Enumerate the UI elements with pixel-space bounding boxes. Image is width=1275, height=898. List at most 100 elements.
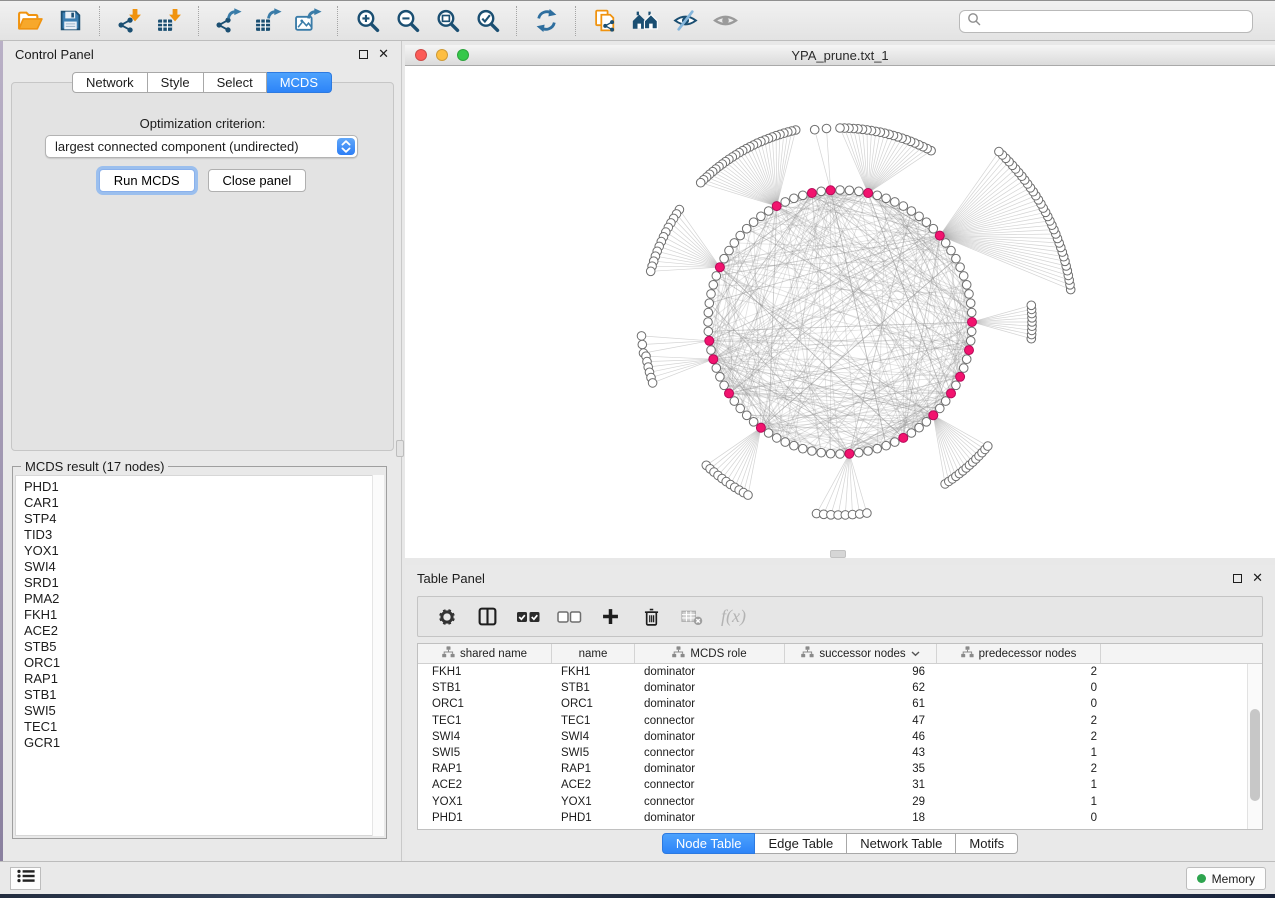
table-cell: 2 <box>937 763 1101 775</box>
column-header-predecessor-nodes[interactable]: predecessor nodes <box>937 644 1101 663</box>
table-scrollbar-thumb[interactable] <box>1250 709 1260 801</box>
table-row[interactable]: ORC1ORC1dominator610 <box>418 696 1262 712</box>
table-cell: dominator <box>635 763 785 775</box>
import-table-icon[interactable] <box>149 5 189 37</box>
table-row[interactable]: STB1STB1dominator620 <box>418 680 1262 696</box>
mcds-result-item[interactable]: YOX1 <box>24 543 383 559</box>
open-file-icon[interactable] <box>10 5 50 37</box>
network-canvas[interactable] <box>405 66 1275 558</box>
close-panel-button[interactable]: Close panel <box>208 169 307 192</box>
tree-column-icon <box>672 646 685 661</box>
mcds-result-item[interactable]: STB5 <box>24 639 383 655</box>
mcds-result-item[interactable]: SRD1 <box>24 575 383 591</box>
settings-gear-icon[interactable] <box>428 600 465 634</box>
close-panel-icon[interactable]: ✕ <box>378 49 389 59</box>
tab-network-table[interactable]: Network Table <box>847 833 956 854</box>
table-row[interactable]: YOX1YOX1connector291 <box>418 794 1262 810</box>
zoom-out-icon[interactable] <box>387 5 427 37</box>
export-table-icon[interactable] <box>248 5 288 37</box>
table-scrollbar[interactable] <box>1247 664 1262 829</box>
mcds-result-item[interactable]: GCR1 <box>24 735 383 751</box>
table-cell: 2 <box>937 666 1101 678</box>
deselect-all-columns-icon[interactable] <box>551 600 588 634</box>
add-column-icon[interactable] <box>592 600 629 634</box>
table-cell: TEC1 <box>418 715 552 727</box>
float-table-panel-icon[interactable] <box>1233 574 1242 583</box>
mcds-result-list[interactable]: PHD1CAR1STP4TID3YOX1SWI4SRD1PMA2FKH1ACE2… <box>15 475 384 836</box>
network-window-titlebar[interactable]: YPA_prune.txt_1 <box>405 45 1275 66</box>
zoom-selected-icon[interactable] <box>467 5 507 37</box>
column-label: name <box>579 648 608 660</box>
mcds-result-item[interactable]: SWI4 <box>24 559 383 575</box>
task-history-button[interactable] <box>10 867 41 890</box>
mcds-result-item[interactable]: PMA2 <box>24 591 383 607</box>
table-panel: Table Panel ✕ f(x) shared namenameMCDS r… <box>405 565 1275 861</box>
tab-network[interactable]: Network <box>72 72 148 93</box>
tab-edge-table[interactable]: Edge Table <box>755 833 847 854</box>
column-header-MCDS-role[interactable]: MCDS role <box>635 644 785 663</box>
zoom-in-icon[interactable] <box>347 5 387 37</box>
tab-style[interactable]: Style <box>148 72 204 93</box>
float-panel-icon[interactable] <box>359 50 368 59</box>
hide-selected-icon[interactable] <box>665 5 705 37</box>
update-network-icon[interactable] <box>526 5 566 37</box>
optimization-criterion-select[interactable]: largest connected component (undirected) <box>45 135 358 158</box>
tree-column-icon <box>961 646 974 661</box>
table-cell: YOX1 <box>418 796 552 808</box>
mcds-result-item[interactable]: TID3 <box>24 527 383 543</box>
tab-mcds[interactable]: MCDS <box>267 72 332 93</box>
mcds-result-item[interactable]: STP4 <box>24 511 383 527</box>
search-box[interactable] <box>959 10 1253 33</box>
tab-select[interactable]: Select <box>204 72 267 93</box>
mcds-result-item[interactable]: FKH1 <box>24 607 383 623</box>
close-window-icon[interactable] <box>415 49 427 61</box>
table-row[interactable]: SWI4SWI4dominator462 <box>418 729 1262 745</box>
memory-button[interactable]: Memory <box>1186 867 1266 890</box>
table-cell: 62 <box>785 682 937 694</box>
export-network-icon[interactable] <box>208 5 248 37</box>
mcds-result-item[interactable]: RAP1 <box>24 671 383 687</box>
mcds-result-item[interactable]: ORC1 <box>24 655 383 671</box>
mcds-result-item[interactable]: TEC1 <box>24 719 383 735</box>
table-row[interactable]: FKH1FKH1dominator962 <box>418 664 1262 680</box>
import-network-icon[interactable] <box>109 5 149 37</box>
table-row[interactable]: RAP1RAP1dominator352 <box>418 761 1262 777</box>
split-divider-handle-horizontal[interactable] <box>830 550 846 558</box>
column-label: predecessor nodes <box>979 648 1077 660</box>
split-divider-handle-vertical[interactable] <box>396 440 404 457</box>
close-table-panel-icon[interactable]: ✕ <box>1252 573 1263 583</box>
table-row[interactable]: PHD1PHD1dominator180 <box>418 810 1262 826</box>
table-cell: ORC1 <box>552 698 635 710</box>
search-input[interactable] <box>985 14 1252 29</box>
zoom-fit-icon[interactable] <box>427 5 467 37</box>
network-overview-icon[interactable] <box>625 5 665 37</box>
minimize-window-icon[interactable] <box>436 49 448 61</box>
table-cell: dominator <box>635 731 785 743</box>
column-layout-icon[interactable] <box>469 600 506 634</box>
tab-node-table[interactable]: Node Table <box>662 833 756 854</box>
table-cell: SWI4 <box>418 731 552 743</box>
tab-motifs[interactable]: Motifs <box>956 833 1018 854</box>
mcds-result-item[interactable]: ACE2 <box>24 623 383 639</box>
mcds-result-item[interactable]: CAR1 <box>24 495 383 511</box>
column-header-shared-name[interactable]: shared name <box>418 644 552 663</box>
zoom-window-icon[interactable] <box>457 49 469 61</box>
run-mcds-button[interactable]: Run MCDS <box>99 169 195 192</box>
table-row[interactable]: SWI5SWI5connector431 <box>418 745 1262 761</box>
export-image-icon[interactable] <box>288 5 328 37</box>
table-cell: ACE2 <box>552 779 635 791</box>
select-all-columns-icon[interactable] <box>510 600 547 634</box>
mcds-result-scrollbar[interactable] <box>372 475 384 836</box>
mcds-result-item[interactable]: STB1 <box>24 687 383 703</box>
list-icon <box>17 869 35 888</box>
save-session-icon[interactable] <box>50 5 90 37</box>
toolbar-icons <box>10 5 745 37</box>
delete-column-icon[interactable] <box>633 600 670 634</box>
table-row[interactable]: TEC1TEC1connector472 <box>418 713 1262 729</box>
column-header-name[interactable]: name <box>552 644 635 663</box>
column-header-successor-nodes[interactable]: successor nodes <box>785 644 937 663</box>
mcds-result-item[interactable]: PHD1 <box>24 479 383 495</box>
mcds-result-item[interactable]: SWI5 <box>24 703 383 719</box>
table-row[interactable]: ACE2ACE2connector311 <box>418 777 1262 793</box>
clone-network-icon[interactable] <box>585 5 625 37</box>
